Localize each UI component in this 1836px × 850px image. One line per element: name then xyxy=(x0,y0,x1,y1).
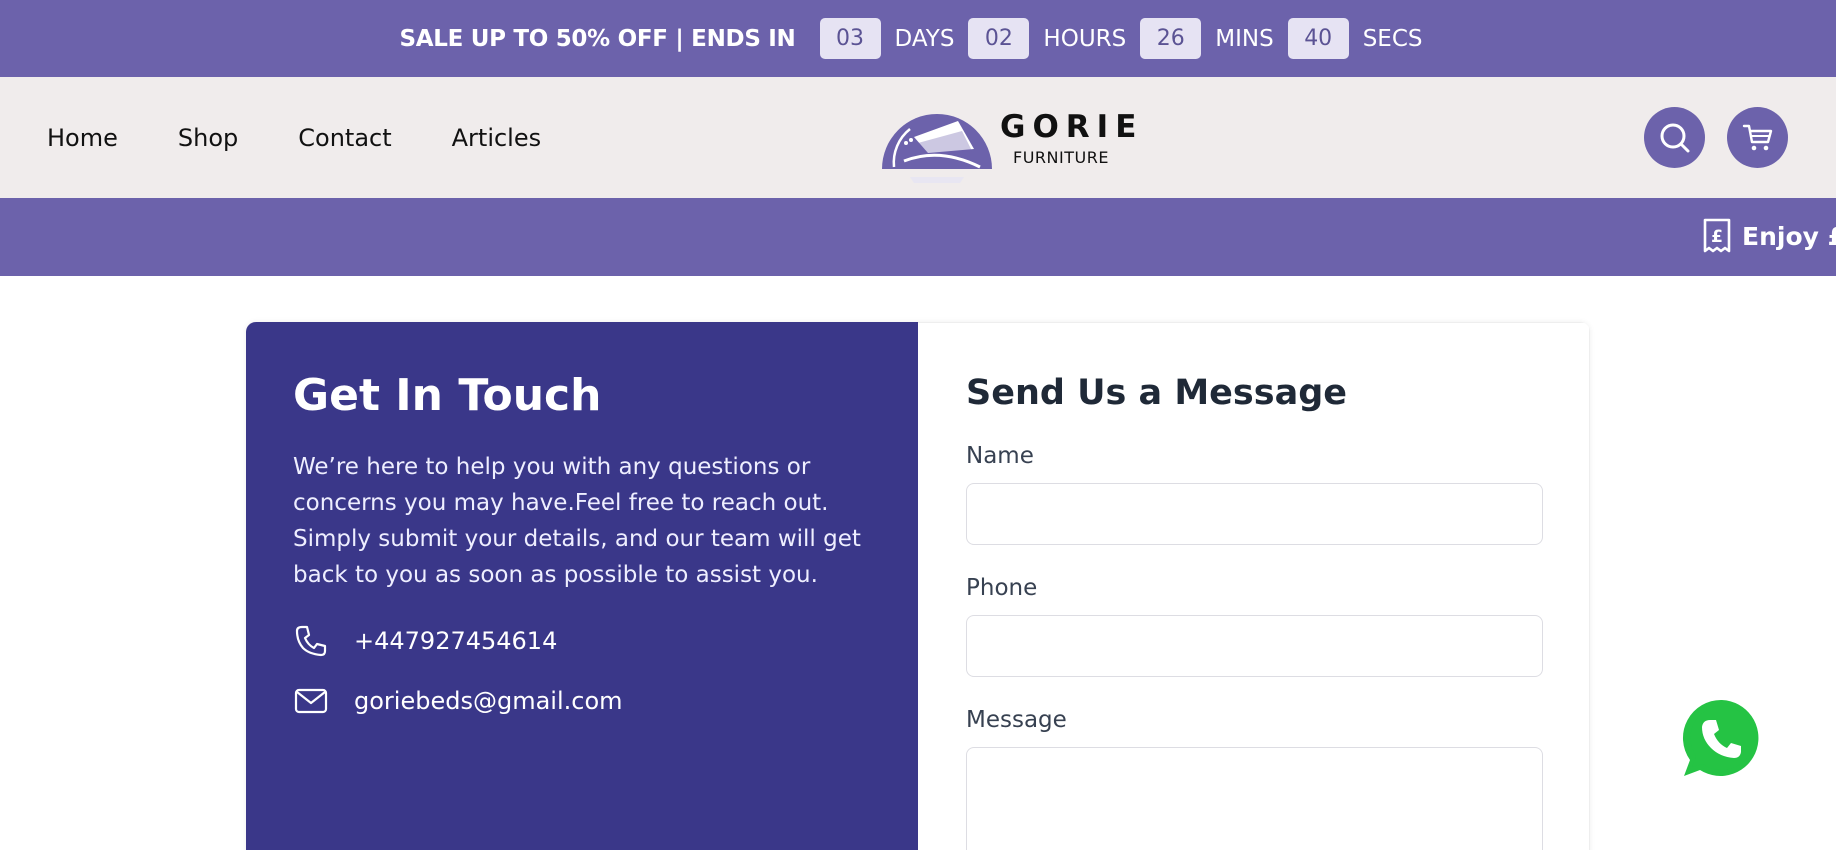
cart-icon xyxy=(1742,124,1772,150)
phone-label: Phone xyxy=(966,575,1038,601)
nav-home[interactable]: Home xyxy=(47,124,118,152)
nav-articles[interactable]: Articles xyxy=(452,124,542,152)
countdown-mins-label: MINS xyxy=(1215,25,1274,52)
site-logo[interactable]: GORIE FURNITURE xyxy=(880,91,1136,191)
phone-input[interactable] xyxy=(966,615,1543,677)
message-form-title: Send Us a Message xyxy=(966,373,1347,413)
sale-text: SALE UP TO 50% OFF | ENDS IN xyxy=(399,25,796,52)
svg-text:£: £ xyxy=(1711,227,1723,247)
message-form-panel: Send Us a Message Name Phone Message xyxy=(918,322,1590,850)
nav-contact[interactable]: Contact xyxy=(298,124,391,152)
name-label: Name xyxy=(966,443,1034,469)
promo-item: £ Enjoy £ xyxy=(1702,218,1836,254)
whatsapp-icon xyxy=(1682,699,1759,776)
receipt-pound-icon: £ xyxy=(1703,218,1731,253)
phone-number[interactable]: +447927454614 xyxy=(354,627,557,655)
site-header: Home Shop Contact Articles GORIE FURNITU… xyxy=(0,77,1836,198)
countdown-days-label: DAYS xyxy=(894,25,955,52)
promo-ticker-bar: £ Enjoy £ xyxy=(0,198,1836,276)
sale-countdown-bar: SALE UP TO 50% OFF | ENDS IN 03 DAYS 02 … xyxy=(0,0,1836,77)
countdown-mins-value: 26 xyxy=(1140,18,1202,59)
whatsapp-button[interactable] xyxy=(1680,696,1764,780)
get-in-touch-description: We’re here to help you with any question… xyxy=(293,454,861,588)
message-label: Message xyxy=(966,707,1067,733)
logo-wordmark: GORIE xyxy=(1000,109,1144,145)
nav-shop[interactable]: Shop xyxy=(178,124,238,152)
phone-icon xyxy=(293,623,329,659)
email-row[interactable]: goriebeds@gmail.com xyxy=(293,683,871,719)
get-in-touch-panel: Get In Touch We’re here to help you with… xyxy=(246,322,918,850)
promo-text: Enjoy £ xyxy=(1742,221,1836,251)
cart-button[interactable] xyxy=(1727,107,1788,168)
email-address[interactable]: goriebeds@gmail.com xyxy=(354,687,623,715)
search-button[interactable] xyxy=(1644,107,1705,168)
main-nav: Home Shop Contact Articles xyxy=(0,124,601,152)
countdown-secs-value: 40 xyxy=(1287,18,1349,59)
search-icon xyxy=(1660,123,1689,152)
countdown-secs-label: SECS xyxy=(1362,25,1423,52)
contact-card: Get In Touch We’re here to help you with… xyxy=(246,322,1590,850)
mail-icon xyxy=(293,683,329,719)
countdown-hours-value: 02 xyxy=(968,18,1030,59)
message-textarea[interactable] xyxy=(966,747,1543,850)
name-input[interactable] xyxy=(966,483,1543,545)
phone-row[interactable]: +447927454614 xyxy=(293,623,871,659)
countdown-days-value: 03 xyxy=(819,18,881,59)
logo-sofa-icon xyxy=(882,114,992,183)
logo-subtitle: FURNITURE xyxy=(1013,148,1109,167)
countdown-hours-label: HOURS xyxy=(1043,25,1127,52)
get-in-touch-title: Get In Touch xyxy=(293,370,602,421)
